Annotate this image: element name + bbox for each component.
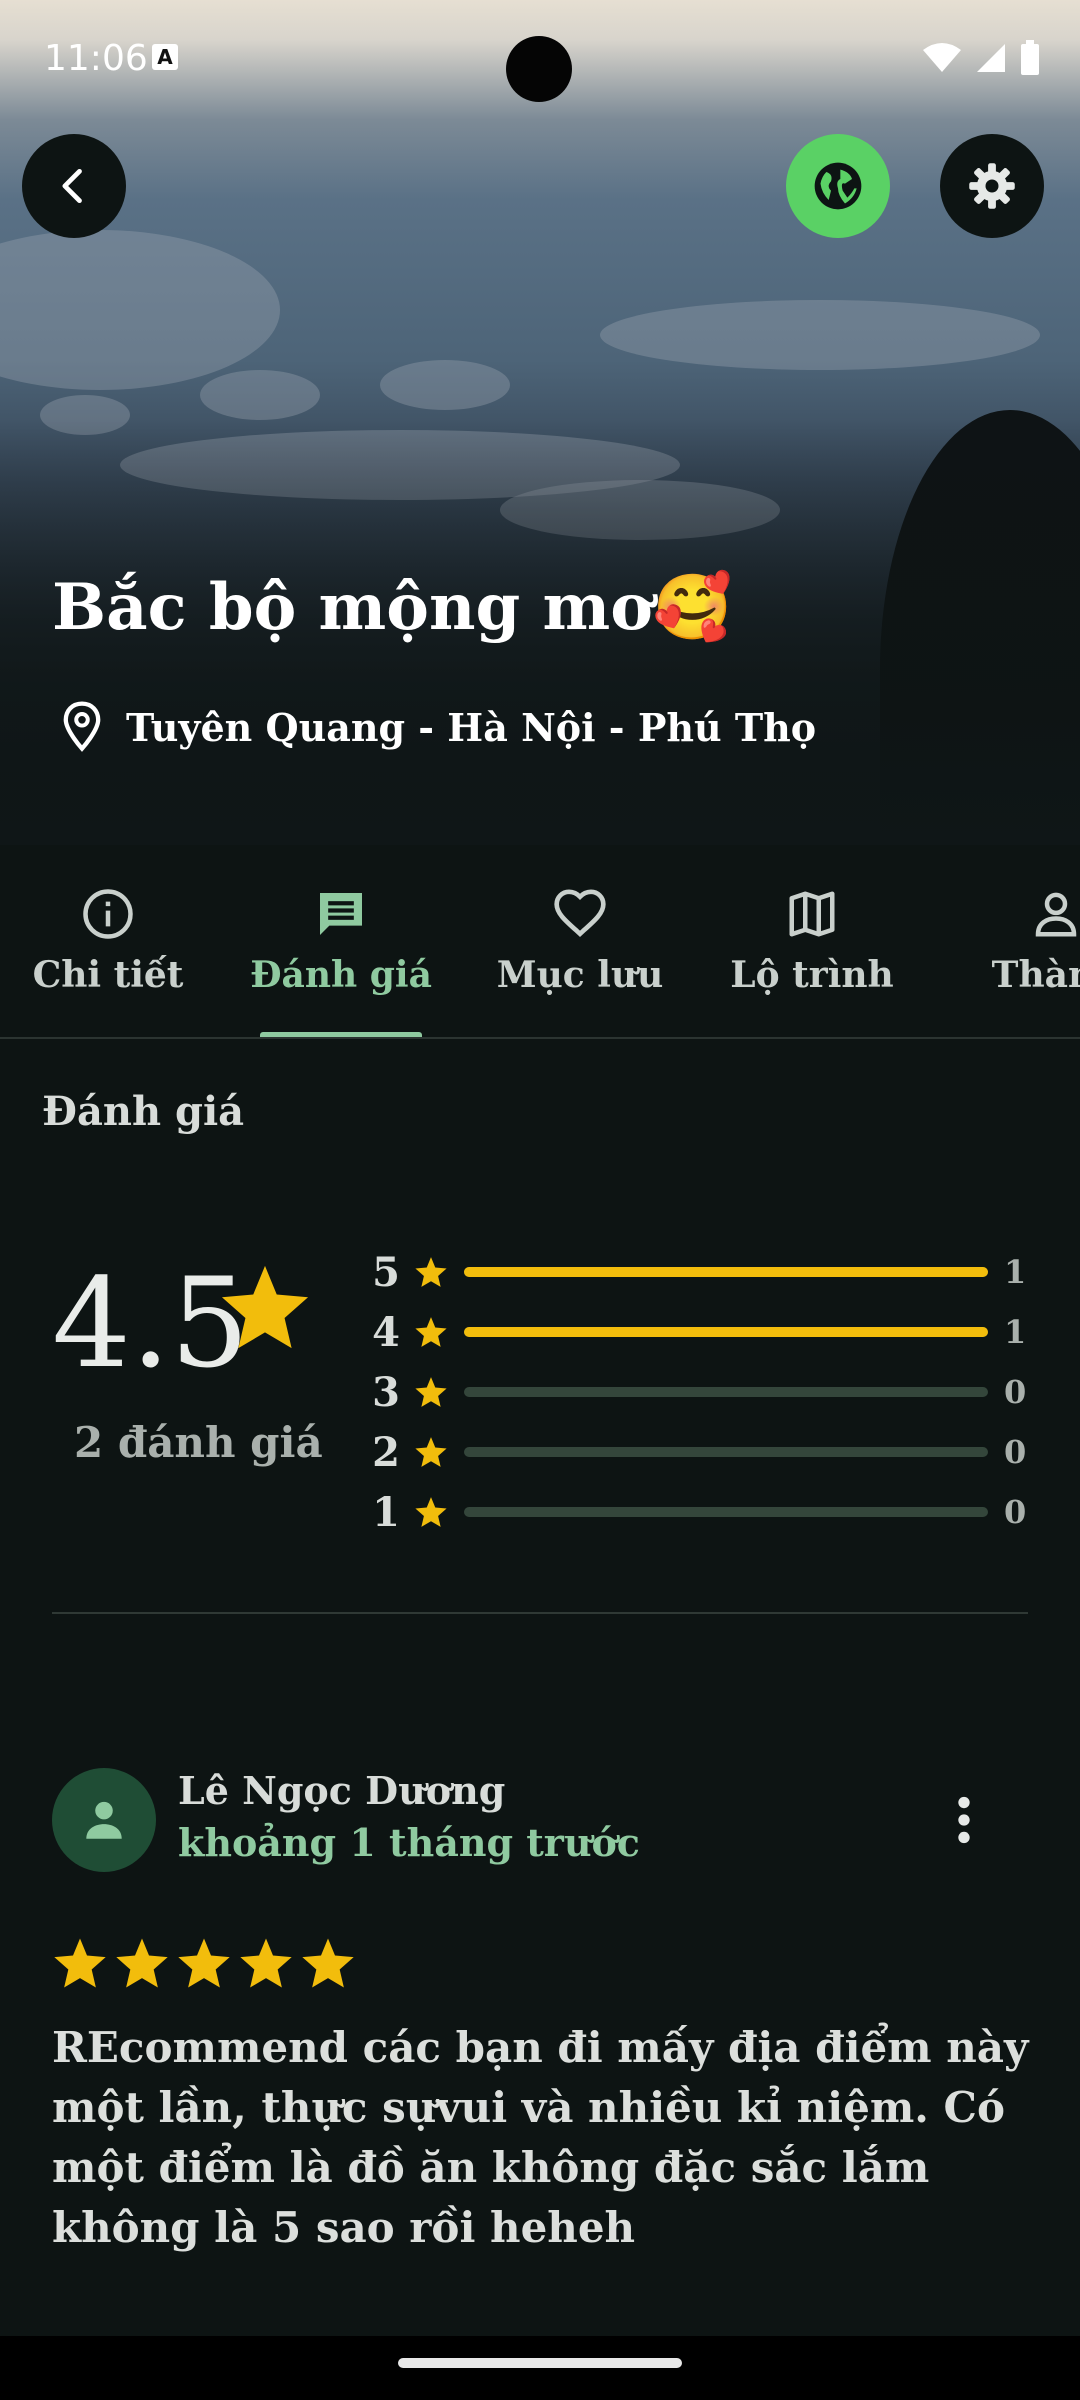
settings-button[interactable] (940, 134, 1044, 238)
star-icon (415, 1317, 447, 1347)
trip-title: Bắc bộ mộng mơ🥰 (52, 570, 733, 645)
more-vertical-icon (958, 1796, 970, 1844)
review-time: khoảng 1 tháng trước (178, 1820, 640, 1865)
rating-bar-track (464, 1327, 988, 1337)
star-icon (116, 1938, 168, 1988)
map-icon (789, 891, 835, 937)
tabs-divider (0, 1037, 1080, 1039)
star-icon (415, 1257, 447, 1287)
arrow-left-icon (62, 168, 82, 204)
rating-bar-track (464, 1387, 988, 1397)
wifi-icon (923, 43, 961, 72)
trip-location-text: Tuyên Quang - Hà Nội - Phú Thọ (126, 704, 817, 750)
rating-row-5: 5 1 (368, 1248, 1028, 1296)
rating-row-1: 1 0 (368, 1488, 1028, 1536)
rating-row-stars: 5 (372, 1248, 400, 1296)
review-text: REcommend các bạn đi mấy địa điểm này mộ… (52, 2023, 1029, 2252)
tab-label: Thành (991, 954, 1080, 996)
review-more-button[interactable] (944, 1790, 984, 1850)
review-star-rating (52, 1936, 356, 1990)
star-icon (415, 1437, 447, 1467)
gear-icon (969, 163, 1015, 209)
battery-icon (1021, 40, 1039, 75)
rating-bar-fill (464, 1267, 988, 1277)
tab-itinerary[interactable]: Lộ trình (726, 870, 898, 1038)
home-gesture-handle[interactable] (398, 2358, 682, 2368)
tab-label: Đánh giá (250, 954, 432, 996)
camera-cutout (506, 36, 572, 102)
heart-icon (554, 889, 606, 938)
notification-indicator: A (152, 44, 178, 70)
star-icon (415, 1377, 447, 1407)
rating-row-count: 1 (1004, 1313, 1027, 1351)
info-icon (83, 889, 133, 939)
tab-label: Chi tiết (32, 954, 184, 996)
signal-icon (977, 44, 1005, 72)
rating-row-count: 0 (1004, 1373, 1027, 1411)
star-icon (240, 1938, 292, 1988)
star-icon (54, 1938, 106, 1988)
rating-row-stars: 1 (372, 1488, 400, 1536)
rating-bar-track (464, 1267, 988, 1277)
person-icon (1035, 892, 1077, 937)
rating-bar-track (464, 1507, 988, 1517)
trip-location: Tuyên Quang - Hà Nội - Phú Thọ (60, 700, 816, 754)
avatar[interactable] (52, 1768, 156, 1872)
tab-details[interactable]: Chi tiết (22, 870, 194, 1038)
tab-reviews[interactable]: Đánh giá (250, 870, 432, 1038)
rating-row-count: 0 (1004, 1433, 1027, 1471)
rating-row-stars: 2 (372, 1428, 400, 1476)
star-icon (302, 1938, 354, 1988)
rating-row-3: 3 0 (368, 1368, 1028, 1416)
back-button[interactable] (22, 134, 126, 238)
rating-bar-track (464, 1447, 988, 1457)
status-bar: 11:06 A (0, 0, 1080, 120)
map-pin-icon (63, 701, 101, 752)
status-time: 11:06 (44, 38, 148, 79)
rating-row-count: 1 (1004, 1253, 1027, 1291)
person-icon (86, 1801, 122, 1839)
rating-row-stars: 3 (372, 1368, 400, 1416)
navigation-bar (0, 2336, 1080, 2400)
star-icon (178, 1938, 230, 1988)
rating-bar-fill (464, 1327, 988, 1337)
comment-icon (320, 893, 362, 935)
tab-label: Mục lưu (496, 954, 664, 996)
tab-bar: Chi tiết Đánh giá Mục lưu Lộ trình Thành (0, 870, 1080, 1038)
star-icon (415, 1497, 447, 1527)
rating-row-stars: 4 (372, 1308, 400, 1356)
tab-label: Lộ trình (730, 954, 894, 996)
status-icons (922, 40, 1040, 76)
reviews-section-title: Đánh giá (42, 1088, 245, 1135)
tab-members[interactable]: Thành (970, 870, 1080, 1038)
star-icon (221, 1265, 309, 1349)
rating-row-4: 4 1 (368, 1308, 1028, 1356)
reviewer-name: Lê Ngọc Dương (178, 1768, 506, 1813)
rating-divider (52, 1612, 1028, 1614)
public-visibility-button[interactable] (786, 134, 890, 238)
rating-row-count: 0 (1004, 1493, 1027, 1531)
globe-icon (814, 162, 862, 210)
tab-saved[interactable]: Mục lưu (494, 870, 666, 1038)
rating-row-2: 2 0 (368, 1428, 1028, 1476)
review-count: 2 đánh giá (74, 1418, 323, 1467)
